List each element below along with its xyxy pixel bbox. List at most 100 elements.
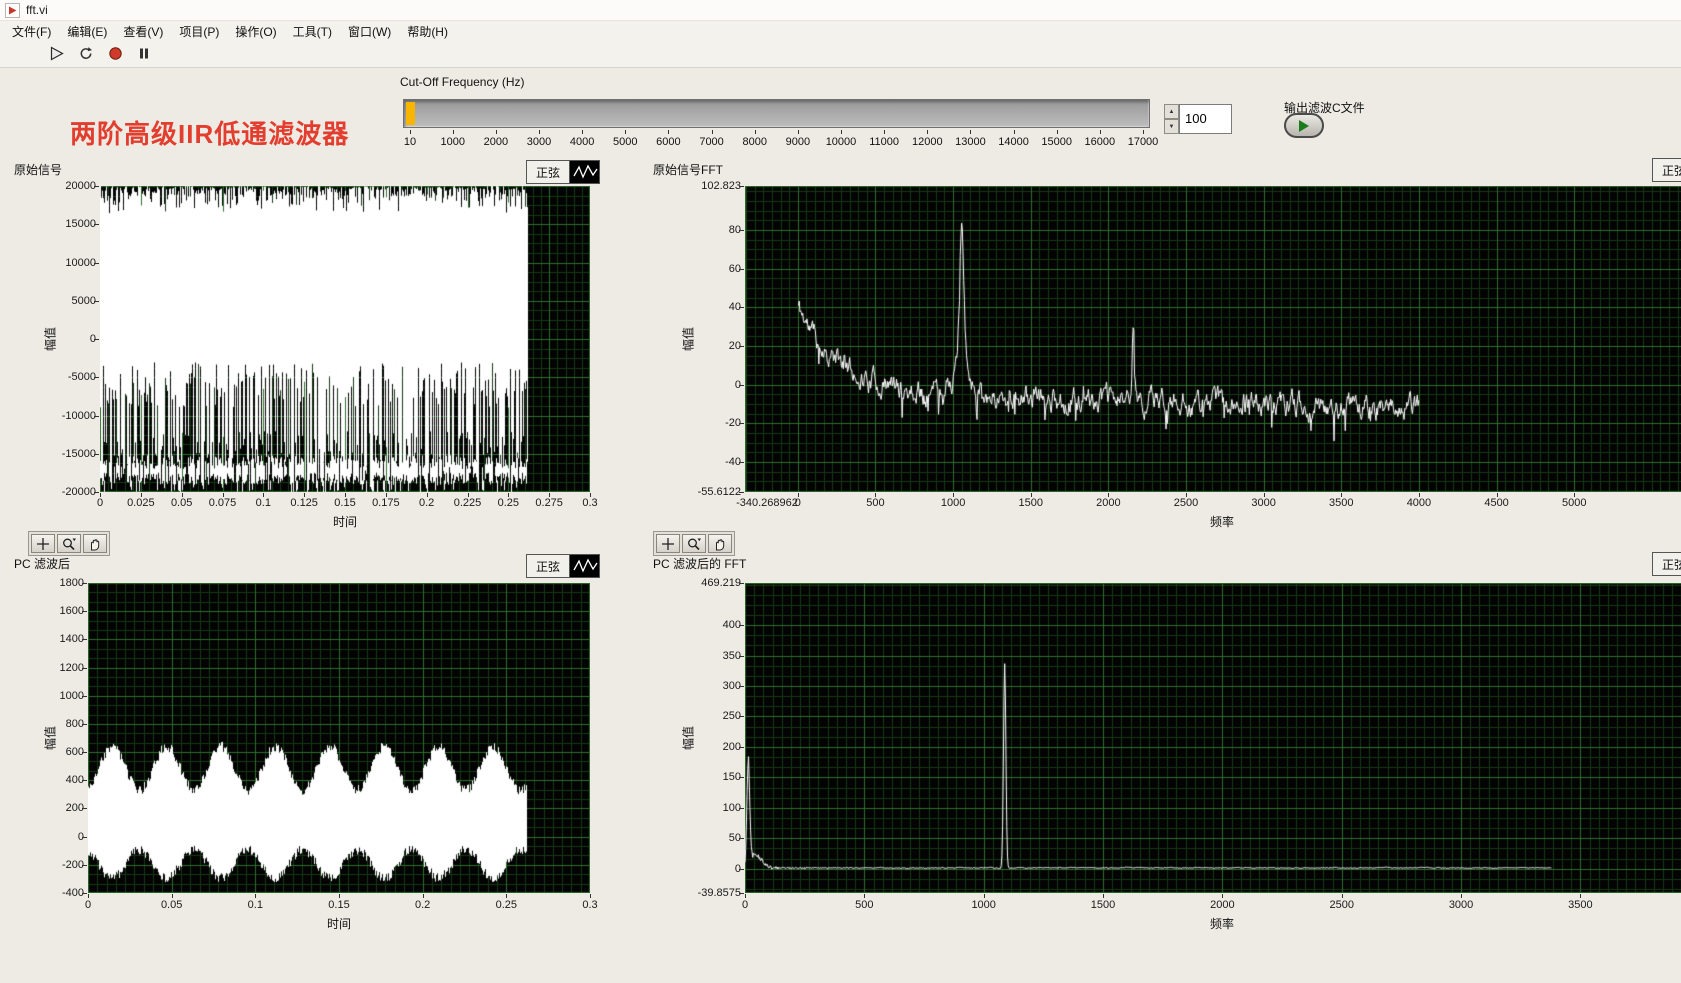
legend[interactable]: 正弦 [1652,552,1681,576]
run-continuous-button[interactable] [75,45,97,64]
tick-mark [94,300,99,302]
increment-button[interactable]: ▲ [1164,104,1179,119]
y-tick-label: 102.823 [701,180,741,192]
crosshair-tool[interactable] [31,534,55,553]
menu-item-project[interactable]: 项目(P) [171,21,227,42]
tick-mark [1580,894,1582,898]
tick-mark [94,415,99,417]
x-tick-label: 0.1 [247,899,263,911]
y-tick-label: 100 [722,801,741,814]
x-tick-label: 0.05 [160,899,183,911]
x-tick-label: 3000 [1251,497,1276,509]
tick-mark [82,752,87,754]
tick-mark [739,461,744,463]
menu-item-file[interactable]: 文件(F) [4,21,59,42]
tick-mark [1186,493,1188,497]
tick-mark [82,695,87,697]
y-tick-label: 80 [728,224,741,237]
zoom-tool[interactable] [682,534,706,553]
x-tick-label: 3500 [1329,497,1354,509]
plot-area[interactable] [100,186,590,492]
chart-title: 原始信号FFT [653,163,723,177]
tick-mark [171,894,173,898]
menu-item-tools[interactable]: 工具(T) [285,21,340,42]
y-tick-label: 15000 [65,218,96,231]
tick-mark [82,611,87,613]
run-continuous-icon [78,46,94,64]
tick-mark [94,492,99,493]
x-axis-label: 时间 [326,917,352,931]
slider-scale-tick [410,130,411,134]
tick-mark [590,894,591,898]
slider-scale-label: 5000 [613,136,638,148]
tick-mark [88,894,89,898]
pan-tool[interactable] [83,534,107,553]
tick-mark [339,894,340,898]
plot-area[interactable] [745,186,1681,492]
plot-area[interactable] [88,583,590,893]
tick-mark [739,893,744,894]
slider-scale-tick [582,130,584,134]
tick-mark [1496,493,1498,497]
x-tick-label: 0.2 [415,899,431,911]
legend-plot-icon [570,554,600,578]
window-title: fft.vi [26,3,48,17]
tick-mark [82,808,87,810]
tick-mark [94,339,99,340]
slider-scale-label: 6000 [656,136,681,148]
y-tick-label: 60 [728,262,741,275]
slider-scale-tick [797,130,799,134]
x-tick-label: 0 [84,899,92,911]
slider-scale-tick [711,130,713,134]
menu-item-help[interactable]: 帮助(H) [399,21,456,42]
y-tick-label: 300 [722,680,741,693]
tick-mark [506,894,508,898]
slider-scale-tick [1143,130,1144,134]
menu-item-edit[interactable]: 编辑(E) [59,21,115,42]
abort-icon [108,46,123,64]
slider-scale-tick [538,130,540,134]
legend-series-name: 正弦 [526,554,570,578]
tick-mark [739,186,744,187]
x-tick-label: 1500 [1018,497,1043,509]
export-c-file-button[interactable] [1284,113,1324,138]
slider-scale-label: 14000 [998,136,1029,148]
decrement-button[interactable]: ▼ [1164,119,1179,134]
legend-plot-icon [570,160,600,184]
pause-button[interactable] [133,45,155,64]
cutoff-value-field[interactable]: 100 [1179,104,1232,134]
tick-mark [94,453,99,455]
run-button[interactable] [46,45,68,64]
tick-mark [94,262,99,264]
menu-item-operate[interactable]: 操作(O) [227,21,284,42]
menu-item-view[interactable]: 查看(V) [115,21,171,42]
y-tick-label: 1000 [59,689,84,702]
slider-scale-label: 12000 [911,136,943,148]
legend[interactable]: 正弦 [526,554,600,578]
x-tick-label: 0 [741,899,749,911]
x-tick-label: 2000 [1210,899,1235,911]
menu-item-window[interactable]: 窗口(W) [340,21,399,42]
chart-title: PC 滤波后的 FFT [653,557,747,571]
tick-mark [953,493,955,497]
tick-mark [864,894,866,898]
x-tick-label: 3000 [1448,899,1474,911]
tick-mark [739,686,744,688]
pan-tool[interactable] [708,534,732,553]
y-tick-label: 400 [722,619,741,632]
slider-scale-label: 9000 [785,136,811,148]
legend[interactable]: 正弦 [526,160,600,184]
slider-scale-tick [495,130,497,134]
x-tick-label: 0.3 [582,497,598,509]
zoom-tool[interactable] [57,534,81,553]
y-tick-label: 350 [722,649,741,662]
cutoff-frequency-slider[interactable] [403,99,1150,128]
x-tick-label: 2000 [1096,497,1121,509]
crosshair-tool[interactable] [656,534,680,553]
tick-mark [1222,894,1224,898]
tick-mark [94,224,99,226]
abort-button[interactable] [104,45,126,64]
legend[interactable]: 正弦 [1652,158,1681,182]
plot-area[interactable] [745,583,1681,893]
slider-scale-label: 16000 [1084,136,1116,148]
